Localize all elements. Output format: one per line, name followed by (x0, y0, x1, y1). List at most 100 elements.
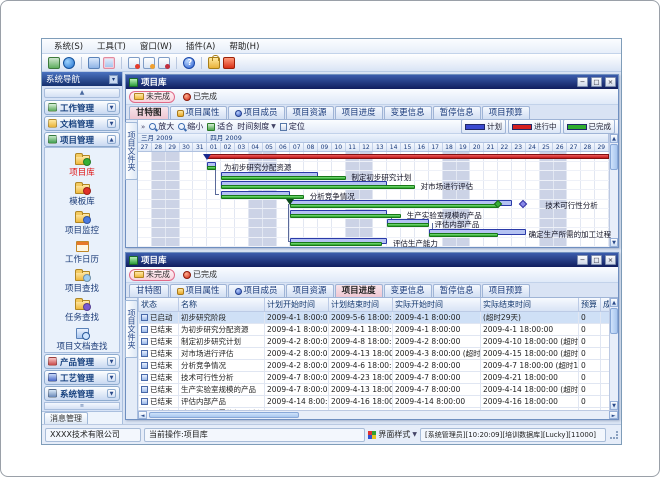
save-icon[interactable] (103, 57, 115, 69)
tab[interactable]: 项目资源 (286, 284, 334, 297)
tab[interactable]: 项目资源 (286, 106, 334, 119)
table-vertical-scrollbar[interactable]: ▲ ▼ (609, 298, 618, 410)
zoom-out-button[interactable]: 缩小 (178, 121, 203, 132)
gantt-summary-bar[interactable] (207, 154, 609, 159)
toolbar-overflow-icon[interactable]: » (141, 123, 145, 131)
tab[interactable]: 暂停信息 (433, 284, 481, 297)
sidebar-item[interactable]: 项目查找 (45, 267, 119, 295)
window-titlebar[interactable]: 项目库 ─ □ × (126, 75, 618, 89)
sidebar-item[interactable]: 项目文档查找 (45, 325, 119, 353)
report-add-icon[interactable] (128, 57, 140, 69)
filter-button[interactable]: 未完成 (129, 269, 175, 281)
tab[interactable]: 项目成员 (228, 106, 285, 119)
column-header[interactable]: 实际开始时间 (393, 298, 481, 312)
tab[interactable]: 甘特图 (129, 106, 169, 119)
sidebar-item[interactable]: 工作日历 (45, 238, 119, 266)
table-row[interactable]: 已结束制定初步研究计划2009-4-2 8:00:002009-4-8 18:0… (139, 336, 610, 348)
gantt-progress-bar[interactable] (429, 233, 498, 237)
table-row[interactable]: 已结束为初步研究分配资源2009-4-1 8:00:002009-4-1 18:… (139, 324, 610, 336)
scroll-up-icon[interactable]: ▲ (610, 298, 618, 307)
project-folder-side-tab[interactable]: 项目文件夹 (126, 120, 138, 247)
chevron-icon[interactable]: ▼ (107, 357, 116, 366)
scrollbar-thumb[interactable] (149, 412, 299, 418)
table-row[interactable]: 已结束生产实验室规模的产品2009-4-7 8:00:002009-4-13 1… (139, 384, 610, 396)
chevron-icon[interactable]: ▼ (107, 389, 116, 398)
chevron-icon[interactable]: ▲ (107, 135, 116, 144)
sidebar-collapse-button[interactable]: ▲ (44, 88, 120, 98)
tab[interactable]: 项目进度 (335, 284, 383, 297)
menu-item[interactable]: 工具(T) (91, 39, 132, 53)
tab[interactable]: 项目属性 (170, 284, 227, 297)
sidebar-group[interactable]: 系统管理▼ (44, 386, 120, 401)
fit-button[interactable]: 适合 (207, 121, 233, 132)
scroll-down-icon[interactable]: ▼ (610, 238, 618, 247)
maximize-button[interactable]: □ (591, 77, 602, 87)
scroll-left-icon[interactable]: ◄ (138, 411, 147, 419)
column-header[interactable]: 计划结束时间 (329, 298, 393, 312)
table-row[interactable]: 已启动初步研究阶段2009-4-1 8:00:002009-5-6 18:00:… (139, 312, 610, 324)
minimize-button[interactable]: ─ (577, 255, 588, 265)
gantt-body[interactable]: 为初步研究分配资源制定初步研究计划对市场进行评估分析竞争情况技术可行性分析生产实… (138, 152, 609, 247)
gantt-area[interactable]: 三月 2009四月 200927282930310102030405060708… (138, 134, 609, 247)
window-titlebar[interactable]: 项目库 ─ □ × (126, 253, 618, 267)
maximize-button[interactable]: □ (591, 255, 602, 265)
tab[interactable]: 项目属性 (170, 106, 227, 119)
new-window-icon[interactable] (48, 57, 60, 69)
tab[interactable]: 项目预算 (482, 106, 530, 119)
tab[interactable]: 变更信息 (384, 106, 432, 119)
gantt-progress-bar[interactable] (221, 185, 415, 189)
close-button[interactable]: × (605, 255, 616, 265)
chevron-icon[interactable]: ▼ (107, 103, 116, 112)
column-header[interactable]: 计划开始时间 (265, 298, 329, 312)
sidebar-group[interactable]: 产品管理▼ (44, 354, 120, 369)
tab[interactable]: 项目成员 (228, 284, 285, 297)
sidebar-group[interactable]: 文档管理▼ (44, 116, 120, 131)
table-horizontal-scrollbar[interactable]: ◄ ► (138, 410, 618, 419)
table-row[interactable]: 已结束分析竞争情况2009-4-2 8:00:002009-4-6 18:00:… (139, 360, 610, 372)
sidebar-overflow-button[interactable]: ≡ (44, 402, 120, 410)
sidebar-group[interactable]: 项目管理▲ (44, 132, 120, 147)
column-header[interactable]: 成 (601, 298, 610, 312)
scrollbar-thumb[interactable] (610, 308, 618, 334)
menu-item[interactable]: 帮助(H) (223, 39, 265, 53)
scroll-right-icon[interactable]: ► (609, 411, 618, 419)
sidebar-item[interactable]: 任务查找 (45, 296, 119, 324)
sidebar-group[interactable]: 工艺管理▼ (44, 370, 120, 385)
gantt-progress-bar[interactable] (221, 195, 304, 199)
ui-style-button[interactable]: 界面样式 ▼ (368, 429, 417, 440)
sidebar-item[interactable]: 模板库 (45, 180, 119, 208)
locate-button[interactable]: 定位 (280, 121, 305, 132)
globe-icon[interactable] (63, 57, 75, 69)
tab[interactable]: 项目进度 (335, 106, 383, 119)
filter-button[interactable]: 未完成 (129, 91, 175, 103)
sidebar-group[interactable]: 工作管理▼ (44, 100, 120, 115)
column-header[interactable]: 状态 (139, 298, 179, 312)
tab[interactable]: 暂停信息 (433, 106, 481, 119)
column-header[interactable]: 名称 (179, 298, 265, 312)
table-row[interactable]: 已结束评估内部产品2009-4-14 8:00:002009-4-16 18:0… (139, 396, 610, 408)
gantt-progress-bar[interactable] (290, 242, 381, 246)
chevron-icon[interactable]: ▼ (107, 119, 116, 128)
open-folder-icon[interactable] (88, 57, 100, 69)
report-delete-icon[interactable] (158, 57, 170, 69)
filter-button[interactable]: 已完成 (178, 91, 222, 103)
timescale-button[interactable]: 时间刻度▼ (237, 121, 276, 132)
sidebar-item[interactable]: 项目库 (45, 151, 119, 179)
tab[interactable]: 变更信息 (384, 284, 432, 297)
menu-item[interactable]: 窗口(W) (134, 39, 178, 53)
lock-icon[interactable] (208, 57, 220, 69)
table-row[interactable]: 已结束对市场进行评估2009-4-2 8:00:002009-4-13 18:0… (139, 348, 610, 360)
help-icon[interactable] (183, 57, 195, 69)
zoom-in-button[interactable]: 放大 (149, 121, 174, 132)
sidebar-item[interactable]: 项目监控 (45, 209, 119, 237)
gantt-progress-bar[interactable] (221, 176, 346, 180)
report-edit-icon[interactable] (143, 57, 155, 69)
tab[interactable]: 项目预算 (482, 284, 530, 297)
table-row[interactable]: 已结束技术可行性分析2009-4-7 8:00:002009-4-23 18:0… (139, 372, 610, 384)
menu-item[interactable]: 插件(A) (180, 39, 221, 53)
column-header[interactable]: 实际结束时间 (481, 298, 579, 312)
gantt-progress-bar[interactable] (290, 204, 498, 208)
minimize-button[interactable]: ─ (577, 77, 588, 87)
filter-button[interactable]: 已完成 (178, 269, 222, 281)
scroll-up-icon[interactable]: ▲ (610, 134, 618, 143)
